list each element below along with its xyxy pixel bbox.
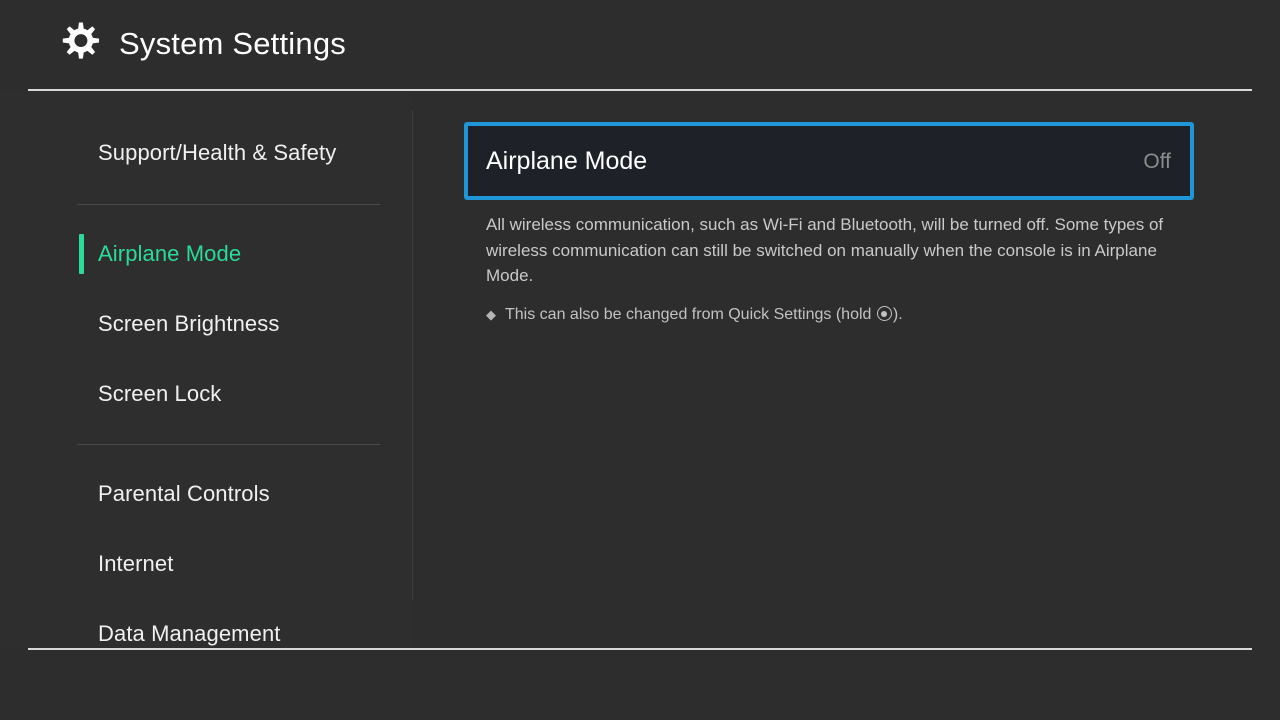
setting-description: All wireless communication, such as Wi-F… <box>486 215 1164 285</box>
sidebar-item-label: Support/Health & Safety <box>98 140 337 165</box>
airplane-mode-setting-row[interactable]: Airplane Mode Off <box>464 122 1194 200</box>
sidebar-item-label: Internet <box>98 551 174 576</box>
setting-note-text: This can also be changed from Quick Sett… <box>505 306 903 323</box>
sidebar-item-label: Airplane Mode <box>98 241 242 266</box>
sidebar-item-label: Screen Brightness <box>98 311 280 336</box>
note-text-before: This can also be changed from Quick Sett… <box>505 306 876 323</box>
sidebar-item-label: Parental Controls <box>98 481 270 506</box>
gear-icon <box>62 22 100 59</box>
app-header: System Settings <box>0 0 1280 91</box>
sidebar-item-airplane-mode[interactable]: Airplane Mode <box>0 219 413 289</box>
home-button-icon <box>876 306 892 321</box>
sidebar-item-screen-brightness[interactable]: Screen Brightness <box>0 289 413 359</box>
sidebar-item-label: Screen Lock <box>98 381 222 406</box>
sidebar-selection-indicator <box>79 234 84 274</box>
header-title-group: System Settings <box>58 22 346 64</box>
sidebar-item-support-health-safety[interactable]: Support/Health & Safety <box>0 118 413 188</box>
diamond-bullet-icon: ◆ <box>486 307 496 322</box>
setting-row-label: Airplane Mode <box>486 146 648 175</box>
note-text-after: ). <box>892 306 903 323</box>
sidebar-item-data-management[interactable]: Data Management <box>0 599 413 648</box>
app-footer: BBackAOK <box>0 650 1280 720</box>
sidebar-item-parental-controls[interactable]: Parental Controls <box>0 459 413 529</box>
sidebar-separator <box>77 204 380 205</box>
sidebar-separator <box>77 444 380 445</box>
sidebar-item-screen-lock[interactable]: Screen Lock <box>0 359 413 429</box>
setting-note: ◆ This can also be changed from Quick Se… <box>486 306 903 323</box>
setting-row-value: Off <box>1143 149 1171 173</box>
settings-sidebar[interactable]: Support/Health & Safety Airplane Mode Scre… <box>0 91 413 648</box>
settings-content-panel: Airplane Mode Off All wireless communica… <box>413 91 1280 648</box>
sidebar-item-label: Data Management <box>98 621 281 646</box>
page-title: System Settings <box>119 25 346 61</box>
sidebar-item-internet[interactable]: Internet <box>0 529 413 599</box>
